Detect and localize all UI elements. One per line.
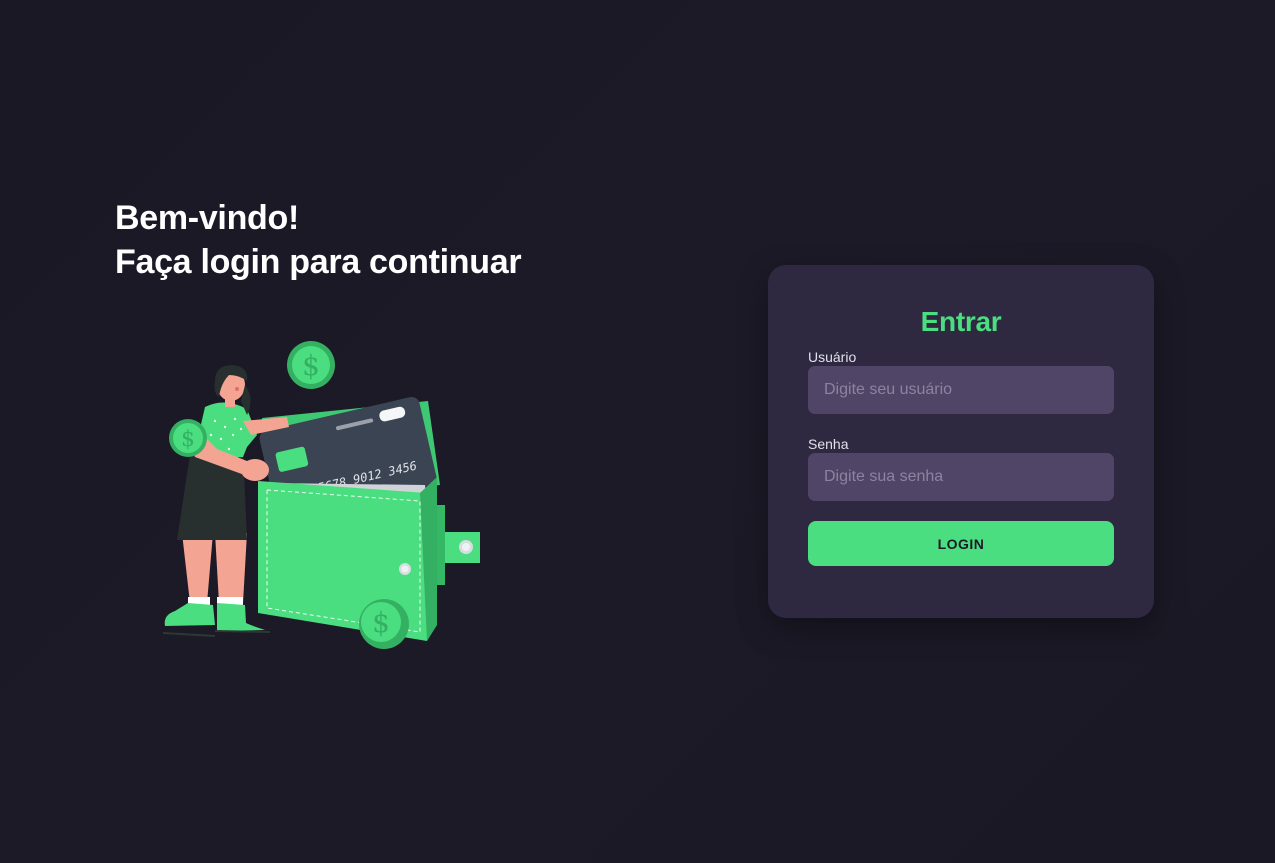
welcome-line-1: Bem-vindo!	[115, 199, 300, 237]
login-card: Entrar Usuário Senha LOGIN	[768, 265, 1154, 618]
coin-icon: $	[169, 419, 207, 457]
password-input[interactable]	[808, 453, 1114, 501]
wallet-icon	[258, 477, 437, 641]
coin-symbol: $	[181, 427, 195, 452]
coin-icon: $	[287, 341, 335, 389]
username-label: Usuário	[808, 349, 857, 365]
welcome-heading: Bem-vindo! Faça login para continuar	[115, 196, 522, 284]
welcome-line-2: Faça login para continuar	[115, 243, 522, 281]
login-button[interactable]: LOGIN	[808, 521, 1114, 566]
username-input[interactable]	[808, 366, 1114, 414]
coin-symbol: $	[302, 349, 320, 382]
coin-icon: $	[359, 599, 409, 649]
coin-symbol: $	[372, 606, 390, 639]
password-label: Senha	[808, 436, 849, 452]
login-title: Entrar	[920, 306, 1002, 337]
wallet-illustration: 1234 5678 9012 3456 $ $ $	[162, 341, 480, 649]
